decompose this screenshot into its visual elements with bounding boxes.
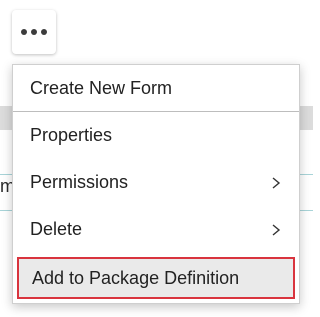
menu-item-label: Add to Package Definition: [32, 267, 240, 288]
menu-item-delete[interactable]: Delete: [13, 206, 299, 253]
menu-item-label: Create New Form: [30, 77, 173, 98]
more-horizontal-icon: [21, 29, 47, 35]
menu-item-label: Permissions: [30, 172, 129, 192]
chevron-right-icon: [272, 176, 281, 189]
chevron-right-icon: [272, 223, 281, 236]
menu-item-add-to-package-definition[interactable]: Add to Package Definition: [17, 257, 295, 299]
menu-item-create-new-form[interactable]: Create New Form: [13, 65, 299, 112]
menu-item-permissions[interactable]: Permissions: [13, 159, 299, 206]
page: m Create New Form Properties Permissions…: [0, 0, 313, 317]
menu-item-label: Delete: [30, 219, 83, 239]
background-text-fragment: m: [0, 176, 12, 196]
more-actions-button[interactable]: [12, 10, 56, 54]
menu-item-properties[interactable]: Properties: [13, 112, 299, 159]
actions-dropdown-menu: Create New Form Properties Permissions D…: [12, 64, 300, 304]
menu-item-label: Properties: [30, 125, 113, 145]
